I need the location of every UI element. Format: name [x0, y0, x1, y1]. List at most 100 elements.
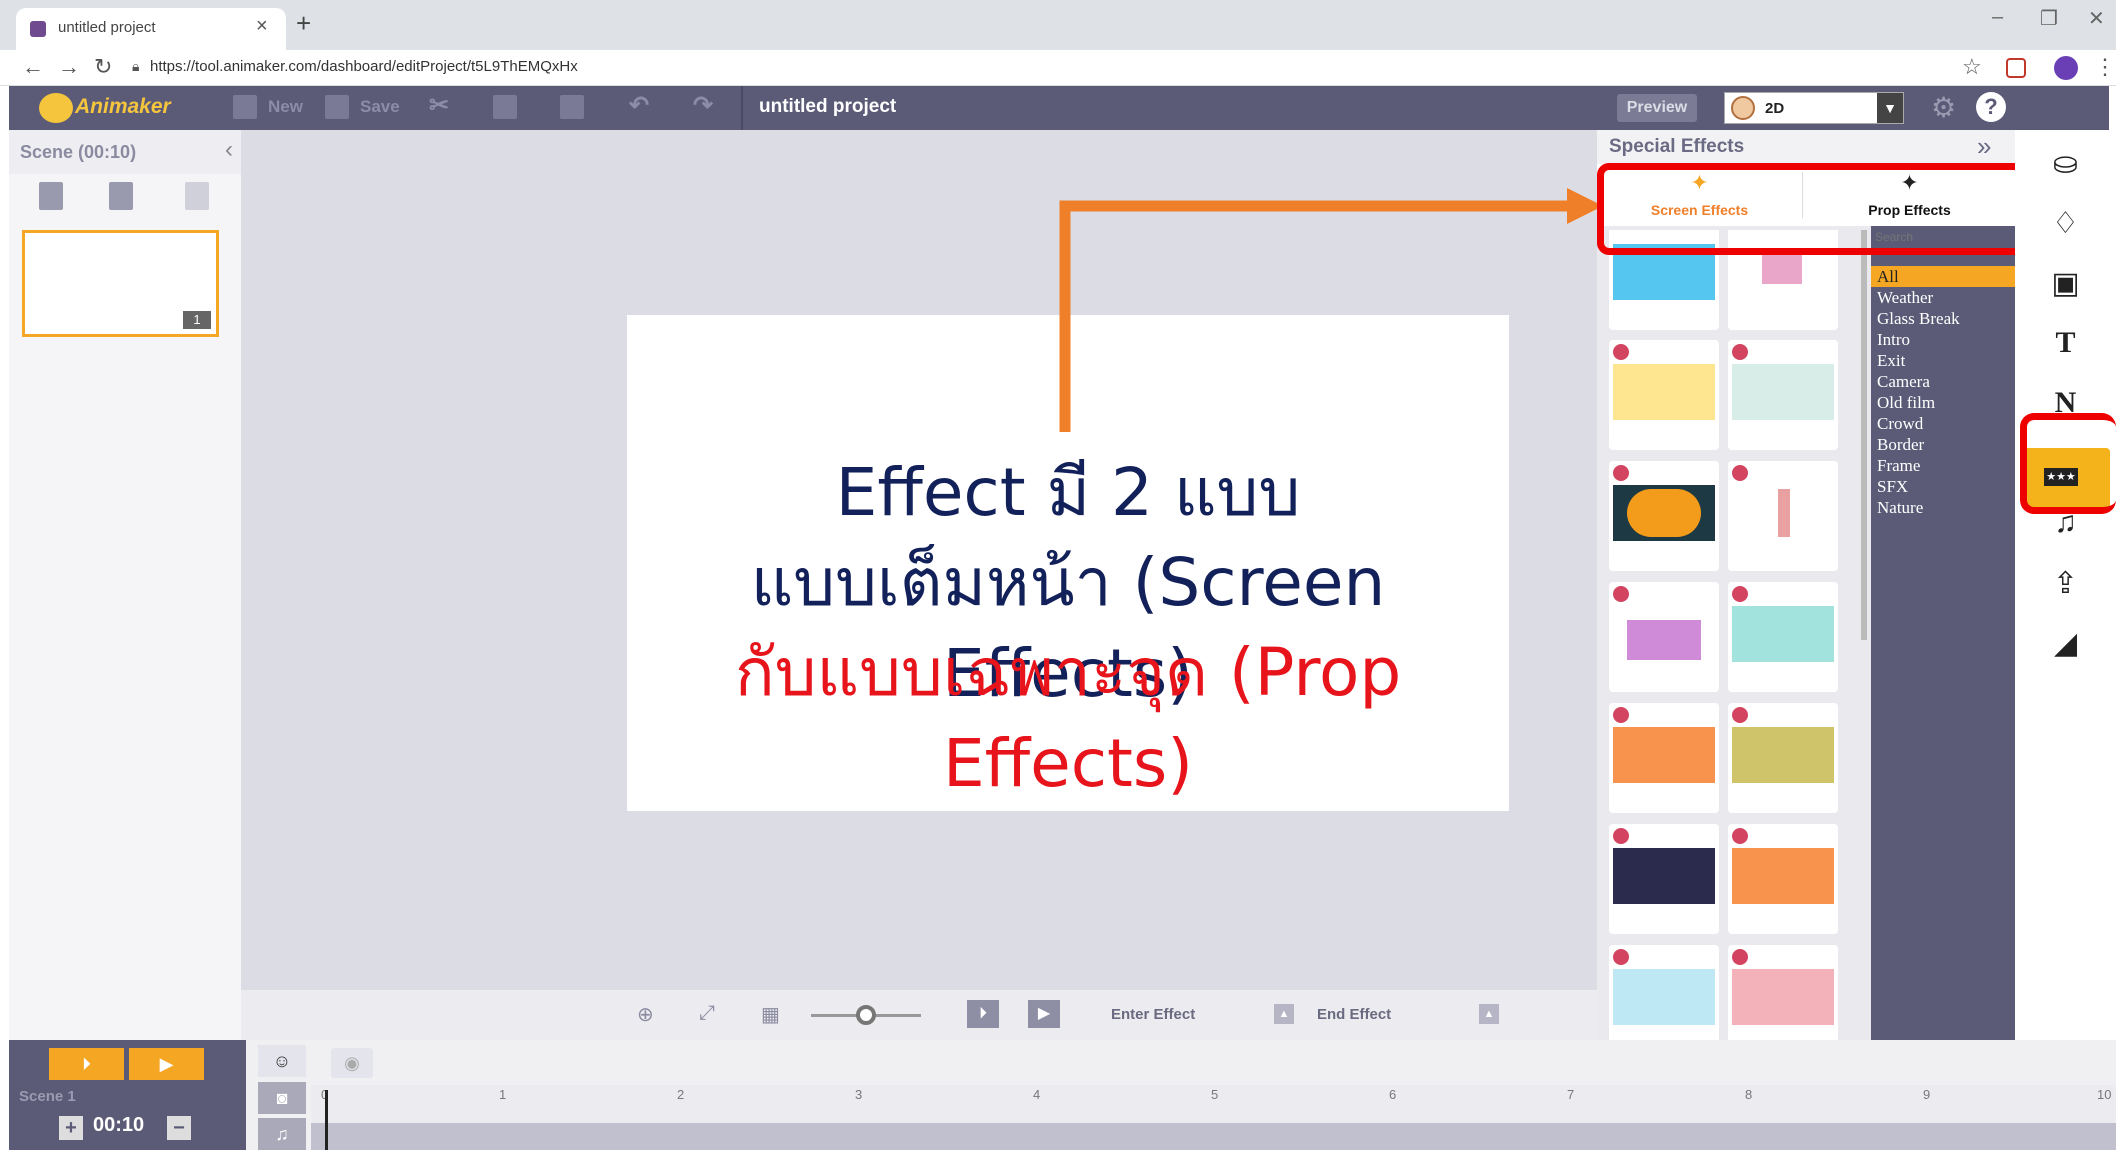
extension-icon[interactable] [2006, 58, 2026, 78]
effect-card[interactable] [1728, 340, 1838, 450]
character-track-icon[interactable]: ☺ [258, 1045, 306, 1077]
playhead[interactable] [325, 1090, 328, 1150]
forward-icon[interactable]: → [58, 54, 80, 80]
visibility-eye-icon[interactable]: ◉ [331, 1048, 373, 1078]
character-face-icon [1731, 96, 1755, 120]
mode-select[interactable]: 2D ▼ [1724, 92, 1904, 124]
settings-gear-icon[interactable]: ⚙ [1931, 91, 1956, 124]
effect-card[interactable] [1609, 824, 1719, 934]
play-button[interactable]: ▶ [1028, 1000, 1060, 1028]
category-nature[interactable]: Nature [1871, 497, 2015, 518]
mode-value: 2D [1765, 100, 1785, 117]
enter-effect-button[interactable]: ▲ [1274, 1004, 1294, 1024]
effects-scrollbar[interactable] [1861, 230, 1867, 640]
category-frame[interactable]: Frame [1871, 455, 2015, 476]
preview-button[interactable]: Preview [1617, 94, 1697, 122]
address-bar: ← → ↻ 🔒︎ https://tool.animaker.com/dashb… [0, 50, 2116, 86]
logo-mascot-icon [39, 93, 73, 123]
browser-menu-icon[interactable]: ⋮ [2094, 54, 2116, 80]
cut-icon[interactable]: ✂ [429, 91, 449, 120]
category-old-film[interactable]: Old film [1871, 392, 2015, 413]
category-all[interactable]: All [1871, 266, 2015, 287]
project-title[interactable]: untitled project [759, 96, 896, 118]
effect-category-icon [1613, 465, 1629, 481]
timeline-ruler[interactable]: 0 1 2 3 4 5 6 7 8 9 10 [311, 1085, 2116, 1123]
effects-header: Special Effects » [1597, 130, 2015, 164]
back-icon[interactable]: ← [22, 54, 44, 80]
profile-avatar[interactable] [2054, 56, 2078, 80]
effect-card[interactable] [1728, 945, 1838, 1040]
scene-number-badge: 1 [183, 311, 211, 329]
browser-tab[interactable]: untitled project × [16, 8, 286, 50]
effect-category-icon [1732, 949, 1748, 965]
save-disk-icon[interactable] [325, 95, 349, 119]
new-button[interactable]: New [268, 97, 303, 117]
effect-card[interactable] [1728, 824, 1838, 934]
increase-duration-button[interactable]: + [59, 1116, 83, 1140]
paste-icon[interactable] [560, 95, 584, 119]
minimize-icon[interactable]: – [1992, 6, 2003, 29]
effect-card[interactable] [1609, 461, 1719, 571]
timeline-play-from-start-button[interactable]: ⏵ [49, 1048, 124, 1080]
duplicate-scene-icon[interactable] [109, 182, 133, 210]
effect-card[interactable] [1728, 461, 1838, 571]
undo-icon[interactable]: ↶ [629, 91, 649, 120]
effect-card[interactable] [1728, 703, 1838, 813]
category-weather[interactable]: Weather [1871, 287, 2015, 308]
camera-track-icon[interactable]: ◙ [258, 1082, 306, 1114]
delete-scene-icon[interactable] [185, 182, 209, 210]
timeline-play-button[interactable]: ▶ [129, 1048, 204, 1080]
save-button[interactable]: Save [360, 97, 400, 117]
new-tab-icon[interactable]: + [296, 8, 311, 39]
category-exit[interactable]: Exit [1871, 350, 2015, 371]
music-track-icon[interactable]: ♫ [258, 1118, 306, 1150]
grid-icon[interactable]: ▦ [761, 1002, 780, 1027]
upload-icon[interactable]: ⇪ [2015, 566, 2116, 601]
restore-icon[interactable]: ❐ [2040, 6, 2058, 31]
background-image-icon[interactable]: ▣ [2015, 266, 2116, 301]
effect-card[interactable] [1609, 945, 1719, 1040]
play-from-start-button[interactable]: ⏵ [967, 1000, 999, 1028]
collapse-panel-icon[interactable]: ‹ [225, 136, 233, 164]
copy-icon[interactable] [493, 95, 517, 119]
redo-icon[interactable]: ↷ [693, 91, 713, 120]
close-window-icon[interactable]: ✕ [2088, 6, 2105, 31]
category-camera[interactable]: Camera [1871, 371, 2015, 392]
category-border[interactable]: Border [1871, 434, 2015, 455]
timeline-scene-label: Scene 1 [19, 1088, 76, 1105]
effect-card[interactable] [1609, 582, 1719, 692]
scene-thumbnail[interactable]: 1 [22, 230, 219, 337]
center-icon[interactable]: ⊕ [637, 1002, 654, 1027]
timeline-track-tabs: ☺ ◙ ♫ [246, 1040, 311, 1150]
effect-card[interactable] [1609, 340, 1719, 450]
transition-icon[interactable]: ◢ [2015, 626, 2116, 661]
fit-screen-icon[interactable]: ⤢ [699, 1002, 715, 1025]
timeline-track[interactable] [311, 1123, 2116, 1150]
bookmark-star-icon[interactable]: ☆ [1962, 54, 1982, 80]
dropdown-arrow-icon[interactable]: ▼ [1877, 93, 1903, 123]
url-field[interactable]: https://tool.animaker.com/dashboard/edit… [150, 58, 578, 75]
reload-icon[interactable]: ↻ [94, 54, 112, 80]
category-crowd[interactable]: Crowd [1871, 413, 2015, 434]
scene-header-title: Scene (00:10) [20, 142, 137, 162]
category-sfx[interactable]: SFX [1871, 476, 2015, 497]
help-icon[interactable]: ? [1976, 92, 2006, 122]
props-bulb-icon[interactable]: ♢ [2015, 206, 2116, 241]
character-icon[interactable]: ⛀ [2015, 146, 2116, 181]
category-intro[interactable]: Intro [1871, 329, 2015, 350]
stage-canvas[interactable]: Effect มี 2 แบบ แบบเต็มหน้า (Screen Effe… [627, 315, 1509, 811]
effect-card[interactable] [1609, 703, 1719, 813]
close-tab-icon[interactable]: × [256, 15, 268, 38]
end-effect-button[interactable]: ▲ [1479, 1004, 1499, 1024]
scene-duration[interactable]: 00:10 [93, 1114, 144, 1137]
zoom-slider-handle[interactable] [856, 1005, 876, 1025]
collapse-effects-icon[interactable]: » [1977, 131, 1991, 162]
text-icon[interactable]: T [2015, 326, 2116, 360]
decrease-duration-button[interactable]: − [167, 1116, 191, 1140]
effect-category-icon [1613, 707, 1629, 723]
category-glass-break[interactable]: Glass Break [1871, 308, 2015, 329]
new-file-icon[interactable] [233, 95, 257, 119]
effect-card[interactable] [1728, 582, 1838, 692]
add-scene-icon[interactable] [39, 182, 63, 210]
tick-label: 10 [2097, 1087, 2112, 1102]
